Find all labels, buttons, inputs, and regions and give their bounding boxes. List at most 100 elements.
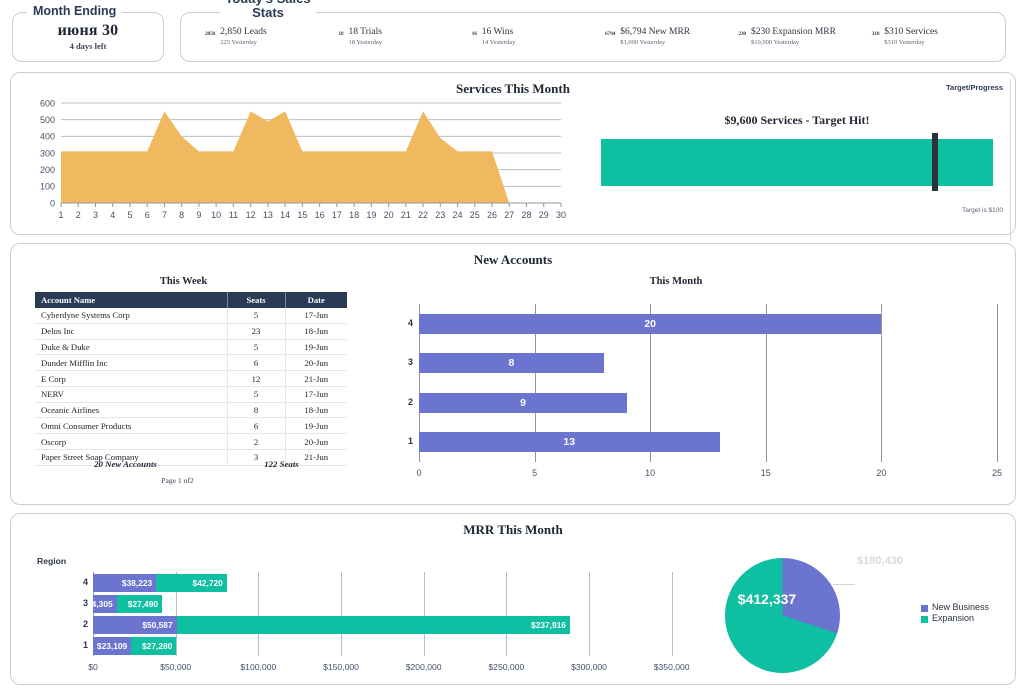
segment-new-business[interactable]: $38,223: [93, 574, 156, 592]
mrr-pie-chart: $412,337 $180,430 New Business Expansion: [725, 554, 1015, 684]
svg-text:12: 12: [246, 210, 256, 220]
legend-swatch-expansion: [921, 616, 928, 623]
gridline: [881, 304, 882, 462]
bar-value-label: 20: [644, 318, 656, 330]
stacked-bar-row[interactable]: 1$23,109$27,280: [93, 637, 176, 655]
cell-date: 20-Jun: [285, 355, 347, 371]
bar[interactable]: 20: [419, 314, 881, 334]
svg-text:19: 19: [366, 210, 376, 220]
cell-account-name: Oceanic Airlines: [35, 402, 227, 418]
stat-label: 18 Trials: [348, 27, 382, 39]
x-axis-tick-label: $100,000: [240, 662, 276, 672]
stat-sublabel: $1,000 Yesterday: [620, 39, 690, 47]
stacked-bar-row[interactable]: 2$50,587$237,916: [93, 616, 570, 634]
stat-sparkline-value: 310: [872, 31, 880, 37]
pie-legend: New Business Expansion: [921, 602, 989, 625]
cell-account-name: Delos Inc: [35, 323, 227, 339]
column-header-account-name[interactable]: Account Name: [35, 292, 227, 308]
table-row[interactable]: E Corp1221-Jun: [35, 371, 347, 387]
bar[interactable]: 9: [419, 393, 627, 413]
bar[interactable]: 13: [419, 432, 720, 452]
bar-row[interactable]: 29: [419, 393, 627, 413]
svg-text:28: 28: [522, 210, 532, 220]
stat-sparkline-value: 230: [738, 31, 746, 37]
services-area-svg: 0100200300400500600123456789101112131415…: [29, 95, 569, 225]
x-axis-tick-label: 25: [992, 468, 1002, 478]
segment-value-label: $38,223: [122, 578, 152, 588]
legend-item-new-business[interactable]: New Business: [921, 602, 989, 612]
table-header-row: Account Name Seats Date: [35, 292, 347, 308]
table-row[interactable]: Duke & Duke519-Jun: [35, 339, 347, 355]
svg-text:100: 100: [40, 182, 55, 192]
segment-value-label: $237,916: [531, 620, 566, 630]
svg-text:4: 4: [110, 210, 115, 220]
bar-category-label: 1: [408, 436, 413, 446]
svg-text:2: 2: [76, 210, 81, 220]
cell-seats: 12: [227, 371, 285, 387]
cell-seats: 2: [227, 434, 285, 450]
legend-item-expansion[interactable]: Expansion: [921, 613, 989, 623]
stat-services: 310 $310 Services $310 Yesterday: [866, 27, 999, 47]
table-row[interactable]: Cyberdyne Systems Corp517-Jun: [35, 308, 347, 323]
bar-row[interactable]: 420: [419, 314, 881, 334]
svg-text:600: 600: [40, 98, 55, 108]
pie-leader-line: [833, 584, 855, 585]
cell-date: 17-Jun: [285, 308, 347, 323]
gridline: [589, 572, 590, 656]
svg-text:29: 29: [539, 210, 549, 220]
svg-text:25: 25: [470, 210, 480, 220]
sales-stats-title: Today's Sales Stats: [220, 0, 316, 21]
table-row[interactable]: Delos Inc2318-Jun: [35, 323, 347, 339]
stat-label: 16 Wins: [482, 27, 516, 39]
svg-text:500: 500: [40, 115, 55, 125]
segment-new-business[interactable]: $23,109: [93, 637, 131, 655]
stat-sparkline-value: 6794: [605, 31, 615, 37]
cell-date: 20-Jun: [285, 434, 347, 450]
this-month-label: This Month: [441, 276, 911, 287]
stat-trials: 18 18 Trials 18 Yesterday: [332, 27, 465, 47]
month-ending-days-left: 4 days left: [70, 41, 107, 51]
bar-category-label: 2: [83, 619, 88, 629]
bar-row[interactable]: 113: [419, 432, 720, 452]
svg-text:20: 20: [384, 210, 394, 220]
table-row[interactable]: Omni Consumer Products619-Jun: [35, 418, 347, 434]
svg-text:21: 21: [401, 210, 411, 220]
table-row[interactable]: Dunder Mifflin Inc620-Jun: [35, 355, 347, 371]
segment-expansion[interactable]: $42,720: [156, 574, 227, 592]
stacked-bar-row[interactable]: 4$38,223$42,720: [93, 574, 227, 592]
stat-sparkline-value: 2850: [205, 31, 215, 37]
cell-date: 18-Jun: [285, 402, 347, 418]
bar[interactable]: 8: [419, 353, 604, 373]
table-row[interactable]: NERV517-Jun: [35, 386, 347, 402]
services-area-chart: 0100200300400500600123456789101112131415…: [29, 95, 569, 225]
segment-expansion[interactable]: $27,490: [117, 595, 162, 613]
new-accounts-bar-chart: 05101520251132938420: [397, 298, 1011, 488]
gridline: [258, 572, 259, 656]
stacked-bar-row[interactable]: 3$14,305$27,490: [93, 595, 162, 613]
stat-label: $310 Services: [884, 27, 938, 39]
month-ending-card: Month Ending июня 30 4 days left: [12, 12, 164, 62]
x-axis-tick-label: $350,000: [654, 662, 690, 672]
stat-label: 2,850 Leads: [220, 27, 266, 39]
segment-expansion[interactable]: $237,916: [177, 616, 570, 634]
segment-new-business[interactable]: $50,587: [93, 616, 177, 634]
segment-value-label: $27,280: [142, 641, 172, 651]
svg-text:13: 13: [263, 210, 273, 220]
segment-new-business[interactable]: $14,305: [93, 595, 117, 613]
cell-account-name: Cyberdyne Systems Corp: [35, 308, 227, 323]
table-page-indicator[interactable]: Page 1 of2: [35, 476, 320, 485]
stat-sublabel: $310 Yesterday: [884, 39, 938, 47]
x-axis-tick-label: 20: [876, 468, 886, 478]
total-new-accounts: 20 New Accounts: [35, 459, 216, 469]
table-row[interactable]: Oscorp220-Jun: [35, 434, 347, 450]
bar-row[interactable]: 38: [419, 353, 604, 373]
segment-value-label: $42,720: [193, 578, 223, 588]
column-header-seats[interactable]: Seats: [227, 292, 285, 308]
table-row[interactable]: Oceanic Airlines818-Jun: [35, 402, 347, 418]
bar-value-label: 8: [509, 357, 515, 369]
x-axis-tick-label: $200,000: [406, 662, 442, 672]
x-axis-tick-label: $300,000: [571, 662, 607, 672]
column-header-date[interactable]: Date: [285, 292, 347, 308]
cell-seats: 5: [227, 386, 285, 402]
segment-expansion[interactable]: $27,280: [131, 637, 176, 655]
